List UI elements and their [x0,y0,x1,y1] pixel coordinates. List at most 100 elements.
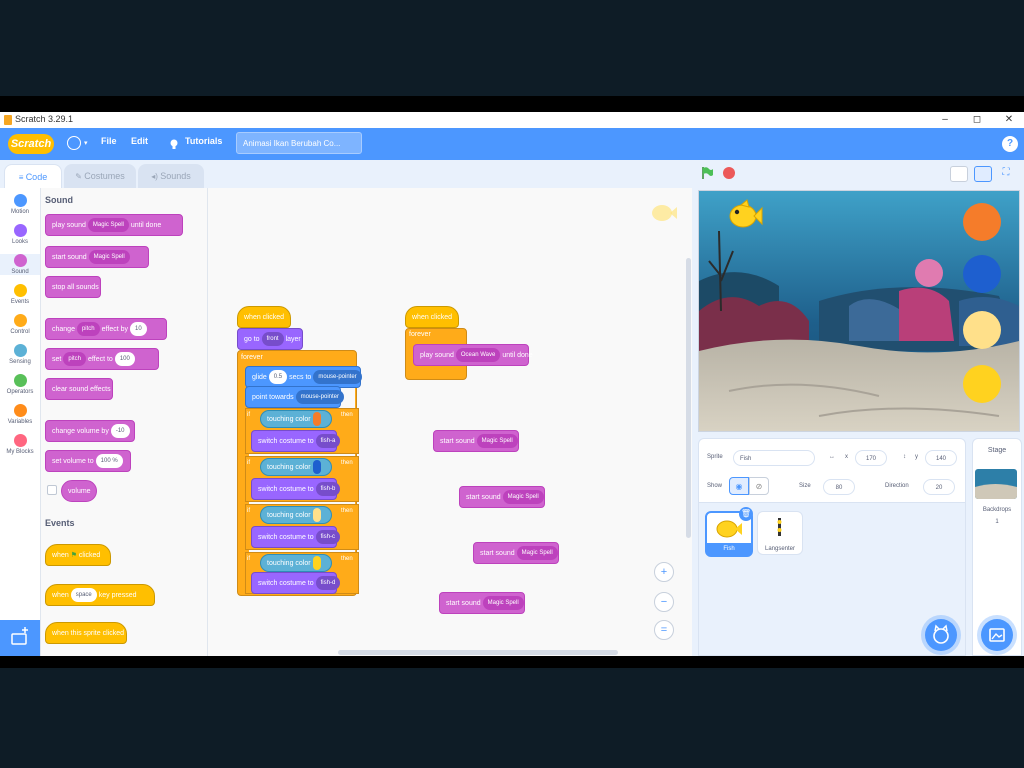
fullscreen-icon[interactable]: ⛶ [998,166,1014,180]
color-swatch-orange [312,412,321,427]
category-events[interactable]: Events [0,284,40,305]
set-volume-block[interactable]: set volume to 100 % [45,450,131,472]
sprite-watermark-icon [648,200,678,226]
size-input[interactable]: 80 [823,479,855,495]
close-button[interactable]: ✕ [994,113,1024,127]
direction-input[interactable]: 20 [923,479,955,495]
script1-glide-block[interactable]: glide 0.5 secs to mouse-pointer [245,366,362,388]
add-extension-button[interactable] [0,620,40,656]
clear-sound-effects-block[interactable]: clear sound effects [45,378,113,400]
category-variables[interactable]: Variables [0,404,40,425]
switch-costume-block-3[interactable]: switch costume to fish-c [251,526,340,548]
edit-menu[interactable]: Edit [131,136,148,146]
choose-sprite-button[interactable] [925,619,957,651]
tab-code[interactable]: ≡ Code [4,164,62,188]
loose-start-sound-block-1[interactable]: start sound Magic Spell [433,430,519,452]
change-pitch-effect-block[interactable]: change pitch effect by 10 [45,318,167,340]
size-label: Size [799,483,811,489]
loose-start-sound-block-3[interactable]: start sound Magic Spell [473,542,559,564]
vertical-scrollbar[interactable] [686,258,691,538]
switch-costume-block-2[interactable]: switch costume to fish-b [251,478,341,500]
tab-costumes[interactable]: ✎ Costumes [64,164,136,188]
light-yellow-circle-sprite[interactable] [963,311,1001,349]
blue-circle-sprite[interactable] [963,255,1001,293]
y-position-input[interactable]: 140 [925,450,957,466]
globe-icon[interactable] [67,136,81,150]
backdrop-thumbnail[interactable] [975,469,1017,499]
tab-sounds[interactable]: ◂) Sounds [138,164,204,188]
when-flag-clicked-block[interactable]: when ⚑ clicked [45,544,111,566]
category-my-blocks[interactable]: My Blocks [0,434,40,455]
volume-reporter[interactable]: volume [61,480,97,502]
zoom-in-button[interactable]: + [654,562,674,582]
yellow-circle-sprite[interactable] [963,365,1001,403]
small-stage-icon[interactable] [950,166,968,182]
delete-sprite-trash-icon[interactable]: 🗑 [739,507,753,521]
set-pitch-effect-block[interactable]: set pitch effect to 100 [45,348,159,370]
speaker-icon: ◂) [151,172,161,181]
stop-icon[interactable] [723,167,735,179]
orange-circle-sprite[interactable] [963,203,1001,241]
choose-backdrop-button[interactable] [981,619,1013,651]
langsenter-thumb-icon [777,518,782,536]
play-sound-until-done-block[interactable]: play sound Magic Spell until done [45,214,183,236]
color-swatch-blue [312,460,321,475]
stage-canvas[interactable] [698,190,1020,432]
code-workspace[interactable]: when clicked go to front layer forever gli… [208,188,692,656]
normal-stage-icon[interactable] [974,166,992,182]
when-key-pressed-block[interactable]: when space key pressed [45,584,155,606]
category-control[interactable]: Control [0,314,40,335]
category-motion[interactable]: Motion [0,194,40,215]
sensing-dot-icon [13,344,27,357]
bottom-letterbox [0,656,1024,668]
show-visible-eye-icon[interactable]: ◉ [729,477,749,495]
window-title: Scratch 3.29.1 [15,114,74,124]
language-chevron-icon[interactable]: ▾ [84,139,88,147]
sprite-name-input[interactable]: Fish [733,450,815,466]
horizontal-scrollbar[interactable] [338,650,618,655]
project-title-input[interactable]: Animasi Ikan Berubah Co... [236,132,362,154]
category-sensing[interactable]: Sensing [0,344,40,365]
script2-when-flag-clicked[interactable]: when clicked [405,306,459,328]
lightbulb-icon[interactable] [170,137,178,149]
file-menu[interactable]: File [101,136,117,146]
when-sprite-clicked-block[interactable]: when this sprite clicked [45,622,127,644]
change-volume-block[interactable]: change volume by -10 [45,420,135,442]
script1-point-towards-block[interactable]: point towards mouse-pointer [245,386,344,408]
script1-go-to-layer[interactable]: go to front layer [237,328,303,350]
fish-sprite[interactable] [727,199,763,231]
green-flag-icon[interactable] [700,166,714,180]
minimize-button[interactable]: – [930,113,960,127]
category-sound[interactable]: Sound [0,254,40,275]
scratch-logo[interactable]: Scratch [8,134,54,154]
color-swatch-yellow [312,556,321,571]
touching-color-sensor-1[interactable]: touching color [260,410,332,428]
sprite-thumb-langsenter[interactable]: Langsenter [757,511,803,555]
zoom-out-button[interactable]: − [654,592,674,612]
show-hidden-eye-icon[interactable]: ⊘ [749,477,769,495]
touching-color-sensor-2[interactable]: touching color [260,458,332,476]
volume-checkbox[interactable] [47,485,57,495]
sprite-thumb-fish[interactable]: Fish 🗑 [705,507,753,557]
stop-all-sounds-block[interactable]: stop all sounds [45,276,101,298]
sprite-thumb-fish-label: Fish [707,543,751,555]
zoom-reset-button[interactable]: = [654,620,674,640]
loose-start-sound-block-4[interactable]: start sound Magic Spell [439,592,525,614]
start-sound-block[interactable]: start sound Magic Spell [45,246,149,268]
script2-play-sound-until-done[interactable]: play sound Ocean Wave until done [413,344,533,366]
x-position-input[interactable]: 170 [855,450,887,466]
tutorials-menu[interactable]: Tutorials [185,136,222,146]
switch-costume-block-4[interactable]: switch costume to fish-d [251,572,341,594]
code-icon: ≡ [18,173,26,182]
maximize-button[interactable]: ◻ [962,113,992,127]
category-looks[interactable]: Looks [0,224,40,245]
category-operators[interactable]: Operators [0,374,40,395]
touching-color-sensor-4[interactable]: touching color [260,554,332,572]
loose-start-sound-block-2[interactable]: start sound Magic Spell [459,486,545,508]
help-icon[interactable]: ? [1002,136,1018,152]
script1-when-flag-clicked[interactable]: when clicked [237,306,291,328]
touching-color-sensor-3[interactable]: touching color [260,506,332,524]
stage-target-pane[interactable]: Stage Backdrops 1 [972,438,1022,656]
switch-costume-block-1[interactable]: switch costume to fish-a [251,430,341,452]
sound-dot-icon [13,254,27,267]
